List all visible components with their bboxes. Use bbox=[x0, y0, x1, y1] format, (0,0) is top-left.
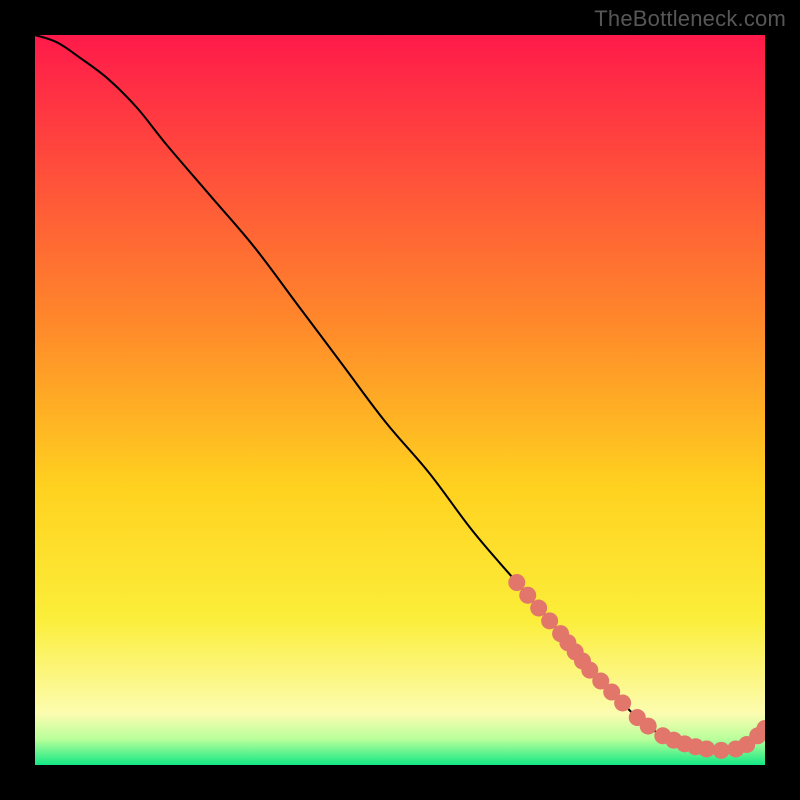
curve-marker bbox=[614, 694, 631, 711]
watermark-text: TheBottleneck.com bbox=[594, 6, 786, 32]
curve-marker bbox=[698, 740, 715, 757]
curve-markers bbox=[508, 574, 765, 759]
curve-layer bbox=[35, 35, 765, 765]
curve-marker bbox=[713, 742, 730, 759]
plot-area bbox=[35, 35, 765, 765]
bottleneck-curve bbox=[35, 35, 765, 750]
curve-marker bbox=[640, 718, 657, 735]
chart-container: TheBottleneck.com bbox=[0, 0, 800, 800]
